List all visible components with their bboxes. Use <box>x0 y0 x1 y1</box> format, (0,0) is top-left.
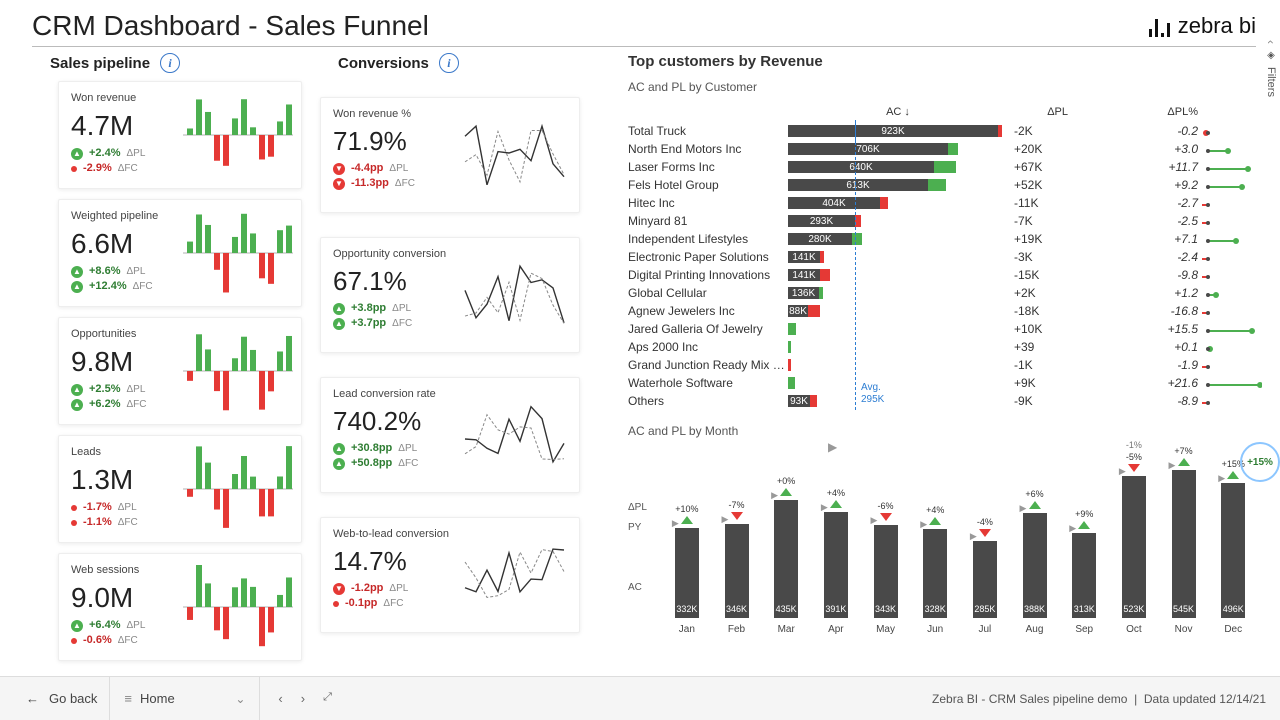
trend-sparkline <box>459 108 569 202</box>
by-customer-subtitle: AC and PL by Customer <box>628 80 1256 94</box>
table-row[interactable]: Laser Forms Inc 640K +67K +11.7 <box>628 158 1256 176</box>
month-column[interactable]: +6% 388K ▶ <box>1012 489 1058 618</box>
table-row[interactable]: Global Cellular 136K +2K +1.2 <box>628 284 1256 302</box>
table-row[interactable]: Independent Lifestyles 280K +19K +7.1 <box>628 230 1256 248</box>
table-row[interactable]: Electronic Paper Solutions 141K -3K -2.4 <box>628 248 1256 266</box>
trend-sparkline <box>459 248 569 342</box>
variance-sparkbar <box>183 90 293 180</box>
month-column[interactable]: -1% -5% 523K ▶ <box>1111 440 1157 618</box>
variance-sparkbar <box>183 326 293 416</box>
col-ac[interactable]: AC ↓ <box>788 106 1008 118</box>
delta-triangle-icon <box>1227 471 1239 479</box>
table-row[interactable]: Jared Galleria Of Jewelry +10K +15.5 <box>628 320 1256 338</box>
chevron-left-icon: ‹ <box>1264 40 1278 44</box>
nav-next-button[interactable]: › <box>301 691 305 706</box>
variance-sparkbar <box>183 444 293 534</box>
conversion-card[interactable]: Opportunity conversion 67.1% ▲+3.8ppΔPL … <box>320 237 580 353</box>
pipeline-card[interactable]: Web sessions 9.0M ▲+6.4%ΔPL -0.6%ΔFC <box>58 553 302 661</box>
delta-triangle-icon <box>979 529 991 537</box>
customer-table[interactable]: AC ↓ ΔPL ΔPL% Total Truck 923K -2K -0.2 … <box>628 104 1256 410</box>
trend-sparkline <box>459 388 569 482</box>
home-dropdown[interactable]: ≡Home ⌄ <box>110 677 260 720</box>
go-back-button[interactable]: ←Go back <box>14 677 110 720</box>
table-row[interactable]: North End Motors Inc 706K +20K +3.0 <box>628 140 1256 158</box>
brand-logo: zebra bi <box>1149 13 1256 39</box>
month-column[interactable]: -6% 343K ▶ <box>863 501 909 618</box>
conversions-heading: Conversions <box>338 55 429 72</box>
delta-triangle-icon <box>780 488 792 496</box>
month-chart[interactable]: ▶ +15% +10% 332K ▶ -7% 346K ▶ +0% 435K ▶… <box>628 448 1256 618</box>
variance-sparkbar <box>183 208 293 298</box>
delta-triangle-icon <box>1078 521 1090 529</box>
top-customers-heading: Top customers by Revenue <box>628 53 1256 70</box>
chevron-down-icon: ⌄ <box>235 692 245 706</box>
table-row[interactable]: Minyard 81 293K -7K -2.5 <box>628 212 1256 230</box>
pipeline-card[interactable]: Won revenue 4.7M ▲+2.4%ΔPL -2.9%ΔFC <box>58 81 302 189</box>
menu-icon: ≡ <box>124 691 130 706</box>
trend-sparkline <box>459 528 569 622</box>
table-row[interactable]: Hitec Inc 404K -11K -2.7 <box>628 194 1256 212</box>
delta-triangle-icon <box>1178 458 1190 466</box>
info-icon[interactable]: i <box>160 53 180 73</box>
col-dplp[interactable]: ΔPL% <box>1068 106 1198 118</box>
highlight-ring: +15% <box>1240 442 1280 482</box>
pipeline-card[interactable]: Opportunities 9.8M ▲+2.5%ΔPL ▲+6.2%ΔFC <box>58 317 302 425</box>
table-row[interactable]: Grand Junction Ready Mix C... -1K -1.9 <box>628 356 1256 374</box>
table-row[interactable]: Fels Hotel Group 613K +52K +9.2 <box>628 176 1256 194</box>
month-column[interactable]: +15% 496K ▶ <box>1210 459 1256 618</box>
footer-bar: ←Go back ≡Home ⌄ ‹ › ⤢ Zebra BI - CRM Sa… <box>0 676 1280 720</box>
table-row[interactable]: Digital Printing Innovations 141K -15K -… <box>628 266 1256 284</box>
col-dpl[interactable]: ΔPL <box>1008 106 1068 118</box>
pipeline-card[interactable]: Leads 1.3M -1.7%ΔPL -1.1%ΔFC <box>58 435 302 543</box>
table-row[interactable]: Waterhole Software +9K +21.6 <box>628 374 1256 392</box>
variance-sparkbar <box>183 562 293 652</box>
conversion-card[interactable]: Lead conversion rate 740.2% ▲+30.8ppΔPL … <box>320 377 580 493</box>
conversion-card[interactable]: Web-to-lead conversion 14.7% ▼-1.2ppΔPL … <box>320 517 580 633</box>
delta-triangle-icon <box>731 512 743 520</box>
play-icon[interactable]: ▶ <box>828 440 837 454</box>
delta-triangle-icon <box>681 516 693 524</box>
month-column[interactable]: -7% 346K ▶ <box>714 500 760 618</box>
filters-pane-toggle[interactable]: ‹ ◈ Filters <box>1264 40 1278 97</box>
month-column[interactable]: +9% 313K ▶ <box>1061 509 1107 618</box>
month-column[interactable]: +4% 328K ▶ <box>912 505 958 618</box>
page-title: CRM Dashboard - Sales Funnel <box>32 10 429 42</box>
delta-triangle-icon <box>1029 501 1041 509</box>
arrow-left-icon: ← <box>26 691 39 706</box>
delta-triangle-icon <box>880 513 892 521</box>
table-row[interactable]: Others 93K -9K -8.9 <box>628 392 1256 410</box>
table-row[interactable]: Agnew Jewelers Inc 88K -18K -16.8 <box>628 302 1256 320</box>
delta-triangle-icon <box>929 517 941 525</box>
compress-icon[interactable]: ⤢ <box>323 691 332 706</box>
month-column[interactable]: +4% 391K ▶ <box>813 488 859 618</box>
month-column[interactable]: +10% 332K ▶ <box>664 504 710 618</box>
pipeline-heading: Sales pipeline <box>50 55 150 72</box>
by-month-subtitle: AC and PL by Month <box>628 424 1256 438</box>
month-column[interactable]: +0% 435K ▶ <box>763 476 809 618</box>
delta-triangle-icon <box>1128 464 1140 472</box>
info-icon[interactable]: i <box>439 53 459 73</box>
month-column[interactable]: +7% 545K ▶ <box>1161 446 1207 618</box>
table-row[interactable]: Total Truck 923K -2K -0.2 <box>628 122 1256 140</box>
conversion-card[interactable]: Won revenue % 71.9% ▼-4.4ppΔPL ▼-11.3ppΔ… <box>320 97 580 213</box>
pipeline-card[interactable]: Weighted pipeline 6.6M ▲+8.6%ΔPL ▲+12.4%… <box>58 199 302 307</box>
month-column[interactable]: -4% 285K ▶ <box>962 517 1008 618</box>
table-row[interactable]: Aps 2000 Inc +39 +0.1 <box>628 338 1256 356</box>
delta-triangle-icon <box>830 500 842 508</box>
nav-prev-button[interactable]: ‹ <box>278 691 282 706</box>
